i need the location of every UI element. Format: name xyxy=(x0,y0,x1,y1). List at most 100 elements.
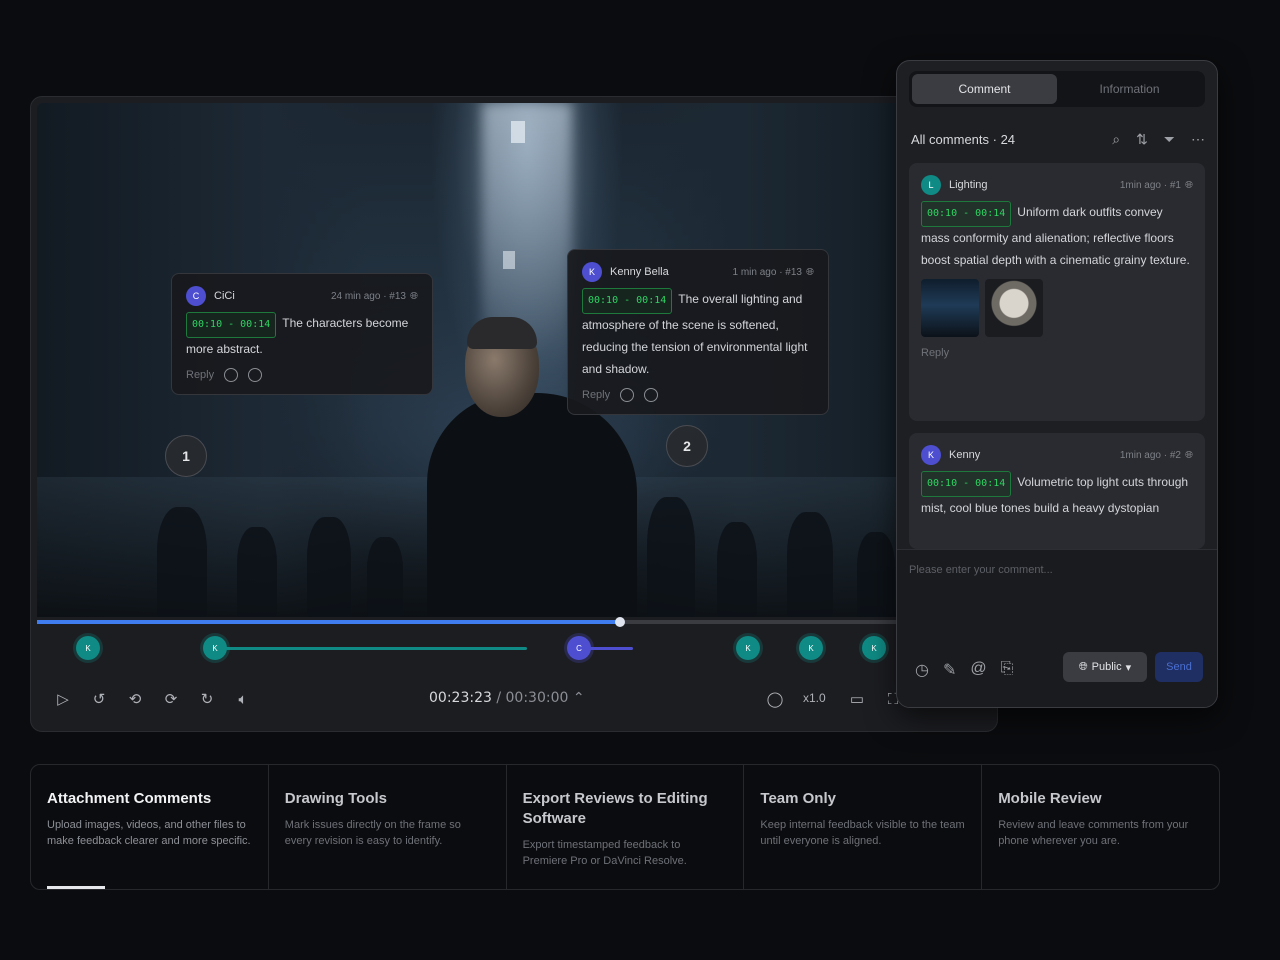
loop-icon[interactable]: ⟲ xyxy=(125,689,145,709)
comment-meta: 1 min ago · #13 xyxy=(732,266,803,278)
comment-author: Lighting xyxy=(949,179,988,191)
globe-icon: 🌐︎ xyxy=(1078,660,1088,673)
play-icon[interactable]: ▷ xyxy=(53,689,73,709)
feature-tab[interactable]: Attachment Comments Upload images, video… xyxy=(31,765,269,889)
comment-composer[interactable]: Please enter your comment... ◷ ✎ @ ⎘ 🌐︎ … xyxy=(897,549,1217,707)
scene-man-body xyxy=(427,393,637,617)
avatar: L xyxy=(921,175,941,195)
visibility-label: Public xyxy=(1091,661,1122,673)
scene-figure xyxy=(857,532,895,617)
subtitle-icon[interactable]: ▭ xyxy=(847,689,867,709)
globe-icon: 🌐︎ xyxy=(410,290,418,302)
more-icon[interactable]: ⋯ xyxy=(1191,131,1205,148)
globe-icon: 🌐︎ xyxy=(1185,179,1193,191)
comment-card[interactable]: L Lighting 1min ago · #1 🌐︎ 00:10 - 00:14… xyxy=(909,163,1205,421)
progress-fill xyxy=(37,620,621,624)
comment-input[interactable]: Please enter your comment... xyxy=(909,564,1053,576)
avatar: K xyxy=(921,445,941,465)
mute-icon[interactable]: 🔈︎ xyxy=(233,689,253,709)
feature-title: Export Reviews to Editing Software xyxy=(522,790,708,827)
feature-tab[interactable]: Drawing Tools Mark issues directly on th… xyxy=(269,765,507,889)
check-icon[interactable] xyxy=(620,388,635,402)
comment-meta: 1min ago · #2 xyxy=(1119,449,1181,461)
comment-author: Kenny xyxy=(949,449,981,461)
chevron-up-icon[interactable]: ⌃ xyxy=(573,690,585,706)
forward-icon[interactable]: ↻ xyxy=(197,689,217,709)
comment-card[interactable]: K Kenny 1min ago · #2 🌐︎ 00:10 - 00:14 Vol… xyxy=(909,433,1205,549)
video-frame[interactable]: C CiCi 24 min ago · #13 🌐︎ 00:10 - 00:14 T… xyxy=(37,103,993,617)
filter-icon[interactable]: ⏷ xyxy=(1164,131,1175,148)
feature-description: Upload images, videos, and other files t… xyxy=(47,819,251,847)
reply-link[interactable]: Reply xyxy=(582,389,610,401)
comment-author: CiCi xyxy=(214,290,235,302)
timecode-tag[interactable]: 00:10 - 00:14 xyxy=(582,288,673,314)
reply-link[interactable]: Reply xyxy=(921,347,1193,359)
chevron-down-icon: ▾ xyxy=(1125,661,1132,674)
comment-author: Kenny Bella xyxy=(610,266,669,278)
search-icon[interactable]: ⌕ xyxy=(1112,131,1120,148)
repeat-icon[interactable]: ⟳ xyxy=(161,689,181,709)
player-controls: ▷ ↺ ⟲ ⟳ ↻ 🔈︎ 00:23:23 / 00:30:00 ⌃ ◯ x1.… xyxy=(31,681,997,717)
feature-description: Mark issues directly on the frame so eve… xyxy=(284,819,461,847)
scene-figure xyxy=(157,507,207,617)
visibility-select[interactable]: 🌐︎ Public ▾ xyxy=(1063,652,1147,682)
timecode-tag[interactable]: 00:10 - 00:14 xyxy=(921,201,1012,227)
playback-speed[interactable]: x1.0 xyxy=(803,691,826,705)
duration: 00:30:00 xyxy=(505,690,569,706)
avatar: K xyxy=(582,262,602,282)
progress-bar[interactable] xyxy=(37,617,993,627)
feature-title: Mobile Review xyxy=(998,790,1102,807)
scene-window xyxy=(503,251,515,269)
timeline-comment-dot[interactable]: C xyxy=(567,636,591,660)
sort-icon[interactable]: ⇅ xyxy=(1136,131,1148,148)
feature-title: Team Only xyxy=(760,790,836,807)
tab-information[interactable]: Information xyxy=(1057,74,1202,104)
rewind-10-icon[interactable]: ↺ xyxy=(89,689,109,709)
attachment-icon[interactable]: ⎘ xyxy=(1001,660,1014,680)
globe-icon: 🌐︎ xyxy=(806,266,814,278)
globe-icon: 🌐︎ xyxy=(1185,449,1193,461)
comment-icon[interactable]: ◯ xyxy=(765,689,785,709)
attachment-thumbnail[interactable] xyxy=(985,279,1043,337)
check-icon[interactable] xyxy=(224,368,239,382)
feature-description: Keep internal feedback visible to the te… xyxy=(760,819,965,847)
timeline-comment-dot[interactable]: K xyxy=(203,636,227,660)
progress-knob[interactable] xyxy=(615,617,626,627)
timeline-comment-dot[interactable]: K xyxy=(736,636,760,660)
comments-header: All comments · 24 ⌕ ⇅ ⏷ ⋯ xyxy=(911,127,1205,151)
emoji-icon[interactable] xyxy=(644,388,659,402)
feature-tab[interactable]: Mobile Review Review and leave comments … xyxy=(982,765,1219,889)
attachment-thumbnail[interactable] xyxy=(921,279,979,337)
annotation-marker[interactable]: 1 xyxy=(165,435,207,477)
scene-figure xyxy=(307,517,351,617)
feature-tab[interactable]: Export Reviews to Editing Software Expor… xyxy=(507,765,745,889)
scene-figure xyxy=(367,537,403,617)
comment-meta: 1min ago · #1 xyxy=(1119,179,1181,191)
feature-tab[interactable]: Team Only Keep internal feedback visible… xyxy=(744,765,983,889)
active-indicator xyxy=(47,886,105,889)
scene-figure xyxy=(787,512,833,617)
comment-bubble[interactable]: C CiCi 24 min ago · #13 🌐︎ 00:10 - 00:14 T… xyxy=(171,273,433,395)
timeline-comment-dot[interactable]: K xyxy=(799,636,823,660)
reply-link[interactable]: Reply xyxy=(186,369,214,381)
timecode-tag[interactable]: 00:10 - 00:14 xyxy=(921,471,1012,497)
comment-timeline[interactable]: K K C K K K xyxy=(31,631,997,665)
panel-tabs: Comment Information xyxy=(909,71,1205,107)
feature-strip: Attachment Comments Upload images, video… xyxy=(30,764,1220,890)
timeline-range xyxy=(215,647,527,650)
send-button[interactable]: Send xyxy=(1155,652,1203,682)
time-display[interactable]: 00:23:23 / 00:30:00 ⌃ xyxy=(429,690,585,706)
mention-icon[interactable]: @ xyxy=(970,660,986,680)
avatar: C xyxy=(186,286,206,306)
annotation-marker[interactable]: 2 xyxy=(666,425,708,467)
timecode-tag[interactable]: 00:10 - 00:14 xyxy=(186,312,277,338)
timer-icon[interactable]: ◷ xyxy=(915,660,929,680)
timeline-comment-dot[interactable]: K xyxy=(862,636,886,660)
draw-icon[interactable]: ✎ xyxy=(943,660,956,680)
timeline-comment-dot[interactable]: K xyxy=(76,636,100,660)
comment-bubble[interactable]: K Kenny Bella 1 min ago · #13 🌐︎ 00:10 - … xyxy=(567,249,829,415)
scene-figure xyxy=(717,522,757,617)
tab-comment[interactable]: Comment xyxy=(912,74,1057,104)
feature-description: Export timestamped feedback to Premiere … xyxy=(522,839,687,867)
emoji-icon[interactable] xyxy=(248,368,263,382)
